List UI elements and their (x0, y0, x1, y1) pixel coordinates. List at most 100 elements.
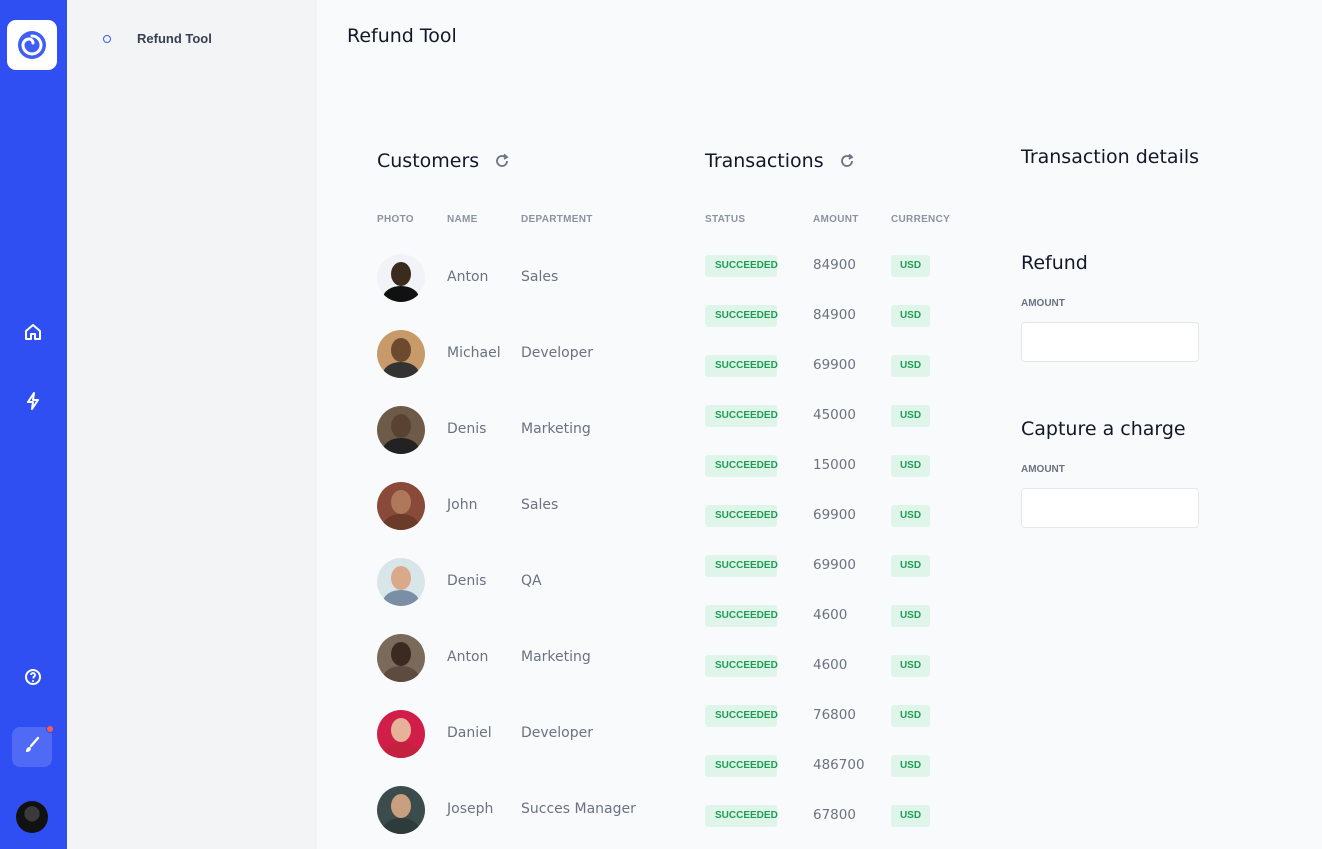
column-header-status: STATUS (705, 214, 746, 225)
customers-title-text: Customers (377, 150, 480, 172)
refund-title: Refund (1021, 252, 1088, 274)
table-row[interactable]: SUCCEEDED 69900 USD (705, 555, 965, 577)
status-badge: SUCCEEDED (705, 555, 778, 577)
transaction-amount: 15000 (813, 457, 856, 473)
avatar (377, 482, 425, 530)
customer-name: Anton (447, 649, 489, 665)
question-circle-icon[interactable] (18, 662, 48, 692)
transaction-amount: 84900 (813, 257, 856, 273)
customer-name: Denis (447, 573, 487, 589)
status-badge: SUCCEEDED (705, 655, 778, 677)
home-icon[interactable] (18, 317, 48, 347)
currency-badge: USD (891, 805, 930, 827)
status-badge: SUCCEEDED (705, 605, 778, 627)
swirl-logo-icon[interactable] (7, 20, 57, 70)
customers-title: Customers (377, 150, 511, 172)
transaction-amount: 486700 (813, 757, 865, 773)
sidebar-item-label: Refund Tool (137, 31, 212, 46)
transaction-amount: 84900 (813, 307, 856, 323)
customer-department: Developer (521, 725, 594, 741)
avatar (377, 254, 425, 302)
transaction-amount: 67800 (813, 807, 856, 823)
capture-amount-label: AMOUNT (1021, 464, 1065, 475)
status-badge: SUCCEEDED (705, 455, 778, 477)
circle-bullet-icon (103, 34, 111, 43)
status-badge: SUCCEEDED (705, 755, 778, 777)
table-row[interactable]: SUCCEEDED 486700 USD (705, 755, 965, 777)
refresh-icon[interactable] (493, 152, 511, 170)
customer-department: Succes Manager (521, 801, 636, 817)
transactions-title-text: Transactions (705, 150, 824, 172)
avatar (377, 634, 425, 682)
user-avatar[interactable] (16, 801, 48, 833)
table-row[interactable]: Anton Marketing (377, 634, 657, 682)
table-row[interactable]: SUCCEEDED 4600 USD (705, 605, 965, 627)
capture-charge-title: Capture a charge (1021, 418, 1186, 440)
status-badge: SUCCEEDED (705, 355, 778, 377)
status-badge: SUCCEEDED (705, 805, 778, 827)
refund-amount-input[interactable] (1021, 322, 1199, 362)
table-row[interactable]: SUCCEEDED 67800 USD (705, 805, 965, 827)
refresh-icon[interactable] (838, 152, 856, 170)
status-badge: SUCCEEDED (705, 505, 778, 527)
status-badge: SUCCEEDED (705, 405, 778, 427)
column-header-department: DEPARTMENT (521, 214, 593, 225)
table-row[interactable]: Denis Marketing (377, 406, 657, 454)
currency-badge: USD (891, 255, 930, 277)
notification-dot (46, 725, 54, 733)
currency-badge: USD (891, 355, 930, 377)
brush-button[interactable] (12, 725, 54, 767)
transaction-amount: 76800 (813, 707, 856, 723)
column-header-currency: CURRENCY (891, 214, 951, 225)
table-row[interactable]: Michael Developer (377, 330, 657, 378)
table-row[interactable]: Denis QA (377, 558, 657, 606)
table-row[interactable]: Anton Sales (377, 254, 657, 302)
column-header-amount: AMOUNT (813, 214, 859, 225)
table-row[interactable]: SUCCEEDED 84900 USD (705, 255, 965, 277)
table-row[interactable]: Joseph Succes Manager (377, 786, 657, 834)
column-header-photo: PHOTO (377, 214, 414, 225)
table-row[interactable]: SUCCEEDED 4600 USD (705, 655, 965, 677)
avatar (377, 558, 425, 606)
customer-department: QA (521, 573, 542, 589)
capture-amount-input[interactable] (1021, 488, 1199, 528)
customer-name: Denis (447, 421, 487, 437)
column-header-name: NAME (447, 214, 478, 225)
table-row[interactable]: Daniel Developer (377, 710, 657, 758)
table-row[interactable]: SUCCEEDED 76800 USD (705, 705, 965, 727)
lightning-icon[interactable] (18, 386, 48, 416)
refund-amount-label: AMOUNT (1021, 298, 1065, 309)
customer-department: Marketing (521, 649, 591, 665)
table-row[interactable]: SUCCEEDED 69900 USD (705, 355, 965, 377)
customer-name: Daniel (447, 725, 492, 741)
page-title: Refund Tool (347, 25, 457, 47)
currency-badge: USD (891, 555, 930, 577)
currency-badge: USD (891, 605, 930, 627)
sidebar-item-refund-tool[interactable]: Refund Tool (103, 31, 212, 46)
customer-name: Joseph (447, 801, 494, 817)
currency-badge: USD (891, 755, 930, 777)
transactions-title: Transactions (705, 150, 856, 172)
avatar (377, 710, 425, 758)
transaction-amount: 69900 (813, 557, 856, 573)
transaction-details-title: Transaction details (1021, 146, 1200, 168)
avatar (377, 406, 425, 454)
table-row[interactable]: SUCCEEDED 84900 USD (705, 305, 965, 327)
status-badge: SUCCEEDED (705, 305, 778, 327)
table-row[interactable]: John Sales (377, 482, 657, 530)
table-row[interactable]: SUCCEEDED 45000 USD (705, 405, 965, 427)
brush-icon (23, 736, 41, 758)
currency-badge: USD (891, 305, 930, 327)
transaction-amount: 69900 (813, 507, 856, 523)
table-row[interactable]: SUCCEEDED 69900 USD (705, 505, 965, 527)
customer-name: John (447, 497, 478, 513)
avatar (377, 786, 425, 834)
table-row[interactable]: SUCCEEDED 15000 USD (705, 455, 965, 477)
status-badge: SUCCEEDED (705, 255, 778, 277)
status-badge: SUCCEEDED (705, 705, 778, 727)
avatar (377, 330, 425, 378)
transaction-amount: 4600 (813, 657, 848, 673)
app-rail (0, 0, 67, 849)
customer-department: Marketing (521, 421, 591, 437)
customer-department: Developer (521, 345, 594, 361)
